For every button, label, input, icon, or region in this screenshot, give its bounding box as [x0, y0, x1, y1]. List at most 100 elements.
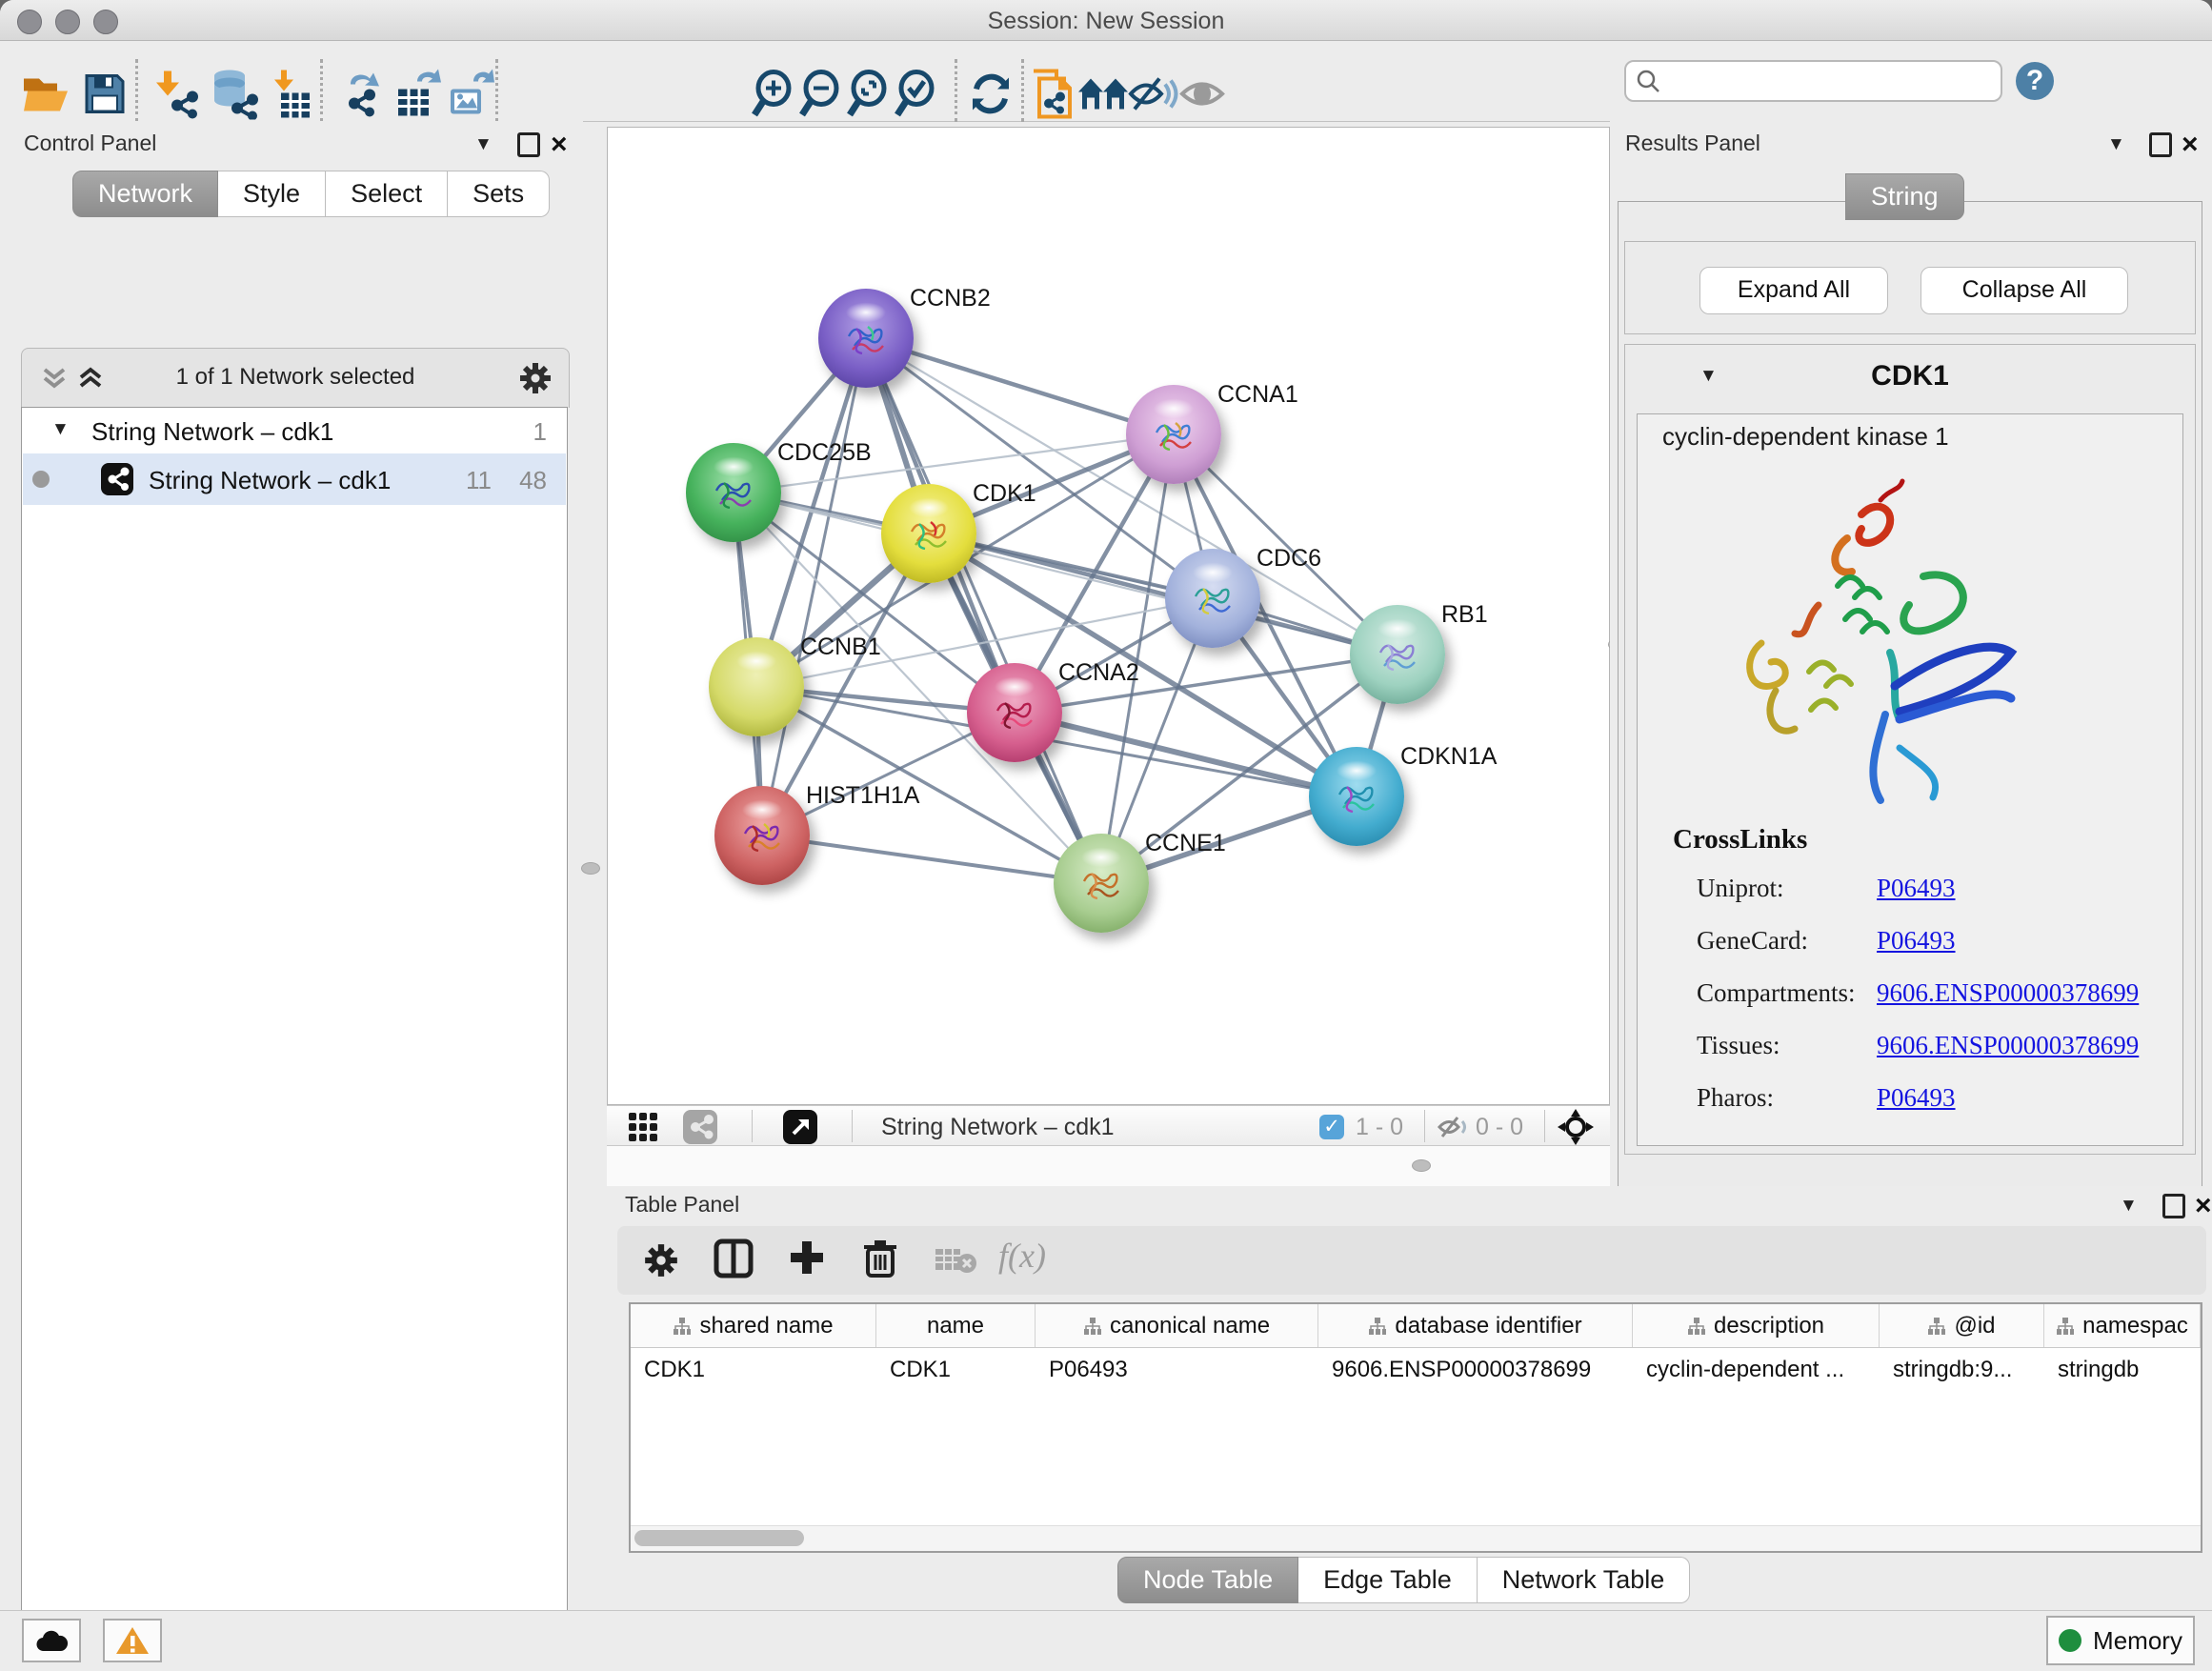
network-canvas[interactable]: CCNB2CCNA1CDC25BCDK1CDC6RB1CCNB1CCNA2CDK… — [607, 127, 1610, 1105]
tab-select[interactable]: Select — [326, 171, 448, 217]
node-CCNE1[interactable] — [1054, 834, 1149, 933]
toolbar-separator — [955, 59, 957, 122]
column-header-@id[interactable]: @id — [1880, 1304, 2044, 1347]
tab-node-table[interactable]: Node Table — [1117, 1557, 1298, 1603]
left-splitter-grip[interactable] — [581, 862, 600, 875]
zoom-fit-icon[interactable] — [846, 70, 895, 124]
import-table-file-icon[interactable] — [270, 69, 313, 125]
table-row[interactable]: CDK1CDK1P064939606.ENSP00000378699cyclin… — [631, 1347, 2201, 1393]
detach-view-icon[interactable] — [783, 1110, 817, 1144]
import-network-database-icon[interactable] — [209, 69, 260, 125]
results-panel-menu-icon[interactable]: ▼ — [2107, 134, 2125, 155]
network-view-icon[interactable] — [683, 1110, 717, 1144]
table-horizontal-scrollbar[interactable] — [631, 1525, 2201, 1551]
gene-entry-header[interactable]: ▼ CDK1 — [1625, 345, 2195, 410]
node-CDKN1A[interactable] — [1309, 747, 1404, 846]
column-header-description[interactable]: description — [1633, 1304, 1880, 1347]
export-image-icon[interactable] — [445, 69, 496, 125]
control-panel-menu-icon[interactable]: ▼ — [474, 134, 493, 155]
table-cell[interactable]: P06493 — [1036, 1347, 1318, 1393]
splitter-grip[interactable] — [1412, 1159, 1431, 1172]
gear-icon[interactable] — [517, 360, 553, 396]
zoom-in-icon[interactable] — [751, 70, 800, 124]
first-neighbors-icon[interactable] — [1028, 68, 1076, 126]
tree-collapse-icon[interactable]: ▼ — [51, 419, 70, 440]
collapse-all-button[interactable]: Collapse All — [1920, 267, 2128, 314]
column-header-database-identifier[interactable]: database identifier — [1318, 1304, 1633, 1347]
selected-count: 1 - 0 — [1356, 1114, 1403, 1141]
table-panel-float-icon[interactable] — [2162, 1194, 2185, 1218]
birds-eye-toggle-icon[interactable] — [1558, 1109, 1594, 1150]
table-cell[interactable]: CDK1 — [631, 1347, 876, 1393]
table-panel-menu-icon[interactable]: ▼ — [2120, 1196, 2138, 1217]
tab-edge-table[interactable]: Edge Table — [1298, 1557, 1478, 1603]
show-hidden-icon[interactable] — [1178, 75, 1226, 118]
table-settings-gear-icon[interactable] — [642, 1241, 680, 1284]
node-CCNA2[interactable] — [967, 663, 1062, 762]
results-panel-close-icon[interactable]: × — [2182, 129, 2199, 161]
refresh-layout-icon[interactable] — [967, 70, 1015, 123]
tab-network[interactable]: Network — [72, 171, 218, 217]
search-input[interactable] — [1624, 60, 2002, 102]
grid-view-icon[interactable] — [628, 1112, 658, 1147]
table-cell[interactable]: stringdb:9... — [1880, 1347, 2044, 1393]
network-tree-root-row[interactable]: ▼ String Network – cdk1 1 — [23, 408, 566, 453]
table-panel-close-icon[interactable]: × — [2195, 1190, 2212, 1222]
memory-button[interactable]: Memory — [2046, 1616, 2195, 1665]
create-column-plus-icon[interactable] — [787, 1238, 827, 1282]
crosslink-link[interactable]: 9606.ENSP00000378699 — [1877, 1031, 2139, 1060]
node-HIST1H1A[interactable] — [714, 786, 810, 885]
table-cell[interactable]: stringdb — [2044, 1347, 2201, 1393]
help-button[interactable]: ? — [2016, 62, 2054, 100]
column-header-name[interactable]: name — [876, 1304, 1036, 1347]
node-table[interactable]: shared name name canonical namedatabase id… — [629, 1302, 2202, 1553]
tab-sets[interactable]: Sets — [448, 171, 550, 217]
control-panel-float-icon[interactable] — [517, 132, 540, 157]
selected-checkbox-icon[interactable]: ✓ — [1319, 1115, 1344, 1139]
scrollbar-thumb[interactable] — [634, 1530, 804, 1546]
expand-all-button[interactable]: Expand All — [1699, 267, 1888, 314]
column-header-shared-name[interactable]: shared name — [631, 1304, 876, 1347]
zoom-selected-icon[interactable] — [894, 70, 943, 124]
import-network-file-icon[interactable] — [152, 70, 202, 124]
table-header-row: shared name name canonical namedatabase id… — [631, 1304, 2201, 1348]
crosslink-link[interactable]: P06493 — [1877, 1083, 1956, 1113]
save-session-icon[interactable] — [83, 72, 127, 121]
show-columns-icon[interactable] — [713, 1238, 754, 1284]
column-header-canonical-name[interactable]: canonical name — [1036, 1304, 1318, 1347]
hide-selected-icon[interactable] — [1127, 73, 1178, 120]
results-panel-float-icon[interactable] — [2149, 132, 2172, 157]
table-cell[interactable]: cyclin-dependent ... — [1633, 1347, 1880, 1393]
export-table-icon[interactable] — [392, 69, 442, 125]
protein-thumbnail-CCNA2 — [992, 692, 1037, 737]
results-panel-tab-string[interactable]: String — [1845, 173, 1964, 220]
cloud-status-button[interactable] — [22, 1619, 81, 1662]
horizontal-splitter[interactable] — [607, 1146, 1610, 1186]
node-CCNA1[interactable] — [1126, 385, 1221, 484]
network-tree-row[interactable]: String Network – cdk1 11 48 — [23, 453, 566, 505]
tab-network-table[interactable]: Network Table — [1478, 1557, 1691, 1603]
zoom-out-icon[interactable] — [798, 70, 848, 124]
crosslink-link[interactable]: 9606.ENSP00000378699 — [1877, 978, 2139, 1008]
show-all-networks-icon[interactable] — [1076, 73, 1130, 120]
node-label-CDK1: CDK1 — [973, 480, 1036, 508]
delete-column-trash-icon[interactable] — [861, 1238, 899, 1284]
open-session-icon[interactable] — [20, 71, 71, 122]
node-CCNB1[interactable] — [709, 637, 804, 736]
node-CCNB2[interactable] — [818, 289, 914, 388]
column-header-namespac[interactable]: namespac — [2044, 1304, 2201, 1347]
table-cell[interactable]: 9606.ENSP00000378699 — [1318, 1347, 1633, 1393]
node-CDK1[interactable] — [881, 484, 976, 583]
table-panel: Table Panel ▼ × f(x) shared namenamecano… — [610, 1186, 2212, 1610]
column-label: name — [927, 1313, 984, 1339]
node-CDC25B[interactable] — [686, 443, 781, 542]
tab-style[interactable]: Style — [218, 171, 326, 217]
node-CDC6[interactable] — [1165, 549, 1260, 648]
warnings-button[interactable] — [103, 1619, 162, 1662]
control-panel-close-icon[interactable]: × — [551, 129, 568, 161]
crosslink-link[interactable]: P06493 — [1877, 926, 1956, 956]
node-RB1[interactable] — [1350, 605, 1445, 704]
export-network-icon[interactable] — [337, 70, 387, 124]
table-cell[interactable]: CDK1 — [876, 1347, 1036, 1393]
crosslink-link[interactable]: P06493 — [1877, 874, 1956, 903]
